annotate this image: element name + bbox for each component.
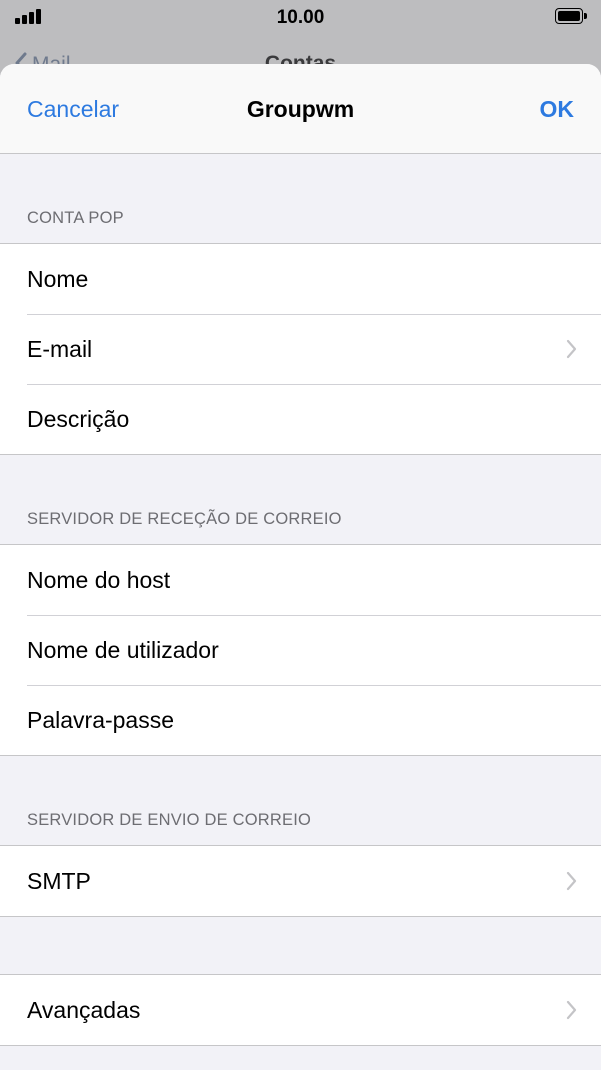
row-label: Nome — [27, 266, 89, 292]
row-username[interactable]: Nome de utilizador — [0, 615, 601, 685]
cancel-button[interactable]: Cancelar — [27, 96, 119, 123]
ok-button[interactable]: OK — [540, 96, 575, 123]
section-header-pop-account: CONTA POP — [0, 154, 601, 243]
row-description[interactable]: Descrição — [0, 384, 601, 454]
row-label: Descrição — [27, 406, 130, 432]
row-hostname[interactable]: Nome do host — [0, 545, 601, 615]
section-header-incoming-server: SERVIDOR DE RECEÇÃO DE CORREIO — [0, 455, 601, 544]
battery-full-icon — [555, 8, 587, 24]
row-label: SMTP — [27, 868, 91, 894]
chevron-right-icon — [566, 1000, 577, 1020]
row-smtp[interactable]: SMTP — [0, 846, 601, 916]
row-label: Nome do host — [27, 567, 171, 593]
advanced-group: Avançadas — [0, 974, 601, 1046]
section-header-label: SERVIDOR DE ENVIO DE CORREIO — [27, 811, 312, 829]
pop-account-group: Nome E-mail Descrição — [0, 243, 601, 455]
section-header-advanced — [0, 917, 601, 974]
sheet-nav-bar: Cancelar Groupwm OK — [0, 64, 601, 154]
row-label: Avançadas — [27, 997, 141, 1023]
account-settings-sheet: Cancelar Groupwm OK CONTA POP Nome E-mai… — [0, 64, 601, 1070]
section-header-outgoing-server: SERVIDOR DE ENVIO DE CORREIO — [0, 756, 601, 845]
chevron-right-icon — [566, 339, 577, 359]
row-label: Palavra-passe — [27, 707, 175, 733]
status-bar: 10.00 — [0, 0, 601, 34]
row-password[interactable]: Palavra-passe — [0, 685, 601, 755]
row-label: E-mail — [27, 336, 93, 362]
status-time: 10.00 — [276, 7, 325, 28]
section-header-label: CONTA POP — [27, 209, 124, 227]
row-label: Nome de utilizador — [27, 637, 219, 663]
outgoing-server-group: SMTP — [0, 845, 601, 917]
incoming-server-group: Nome do host Nome de utilizador Palavra-… — [0, 544, 601, 756]
section-header-label: SERVIDOR DE RECEÇÃO DE CORREIO — [27, 510, 342, 528]
row-advanced[interactable]: Avançadas — [0, 975, 601, 1045]
row-email[interactable]: E-mail — [0, 314, 601, 384]
chevron-right-icon — [566, 871, 577, 891]
row-name[interactable]: Nome — [0, 244, 601, 314]
